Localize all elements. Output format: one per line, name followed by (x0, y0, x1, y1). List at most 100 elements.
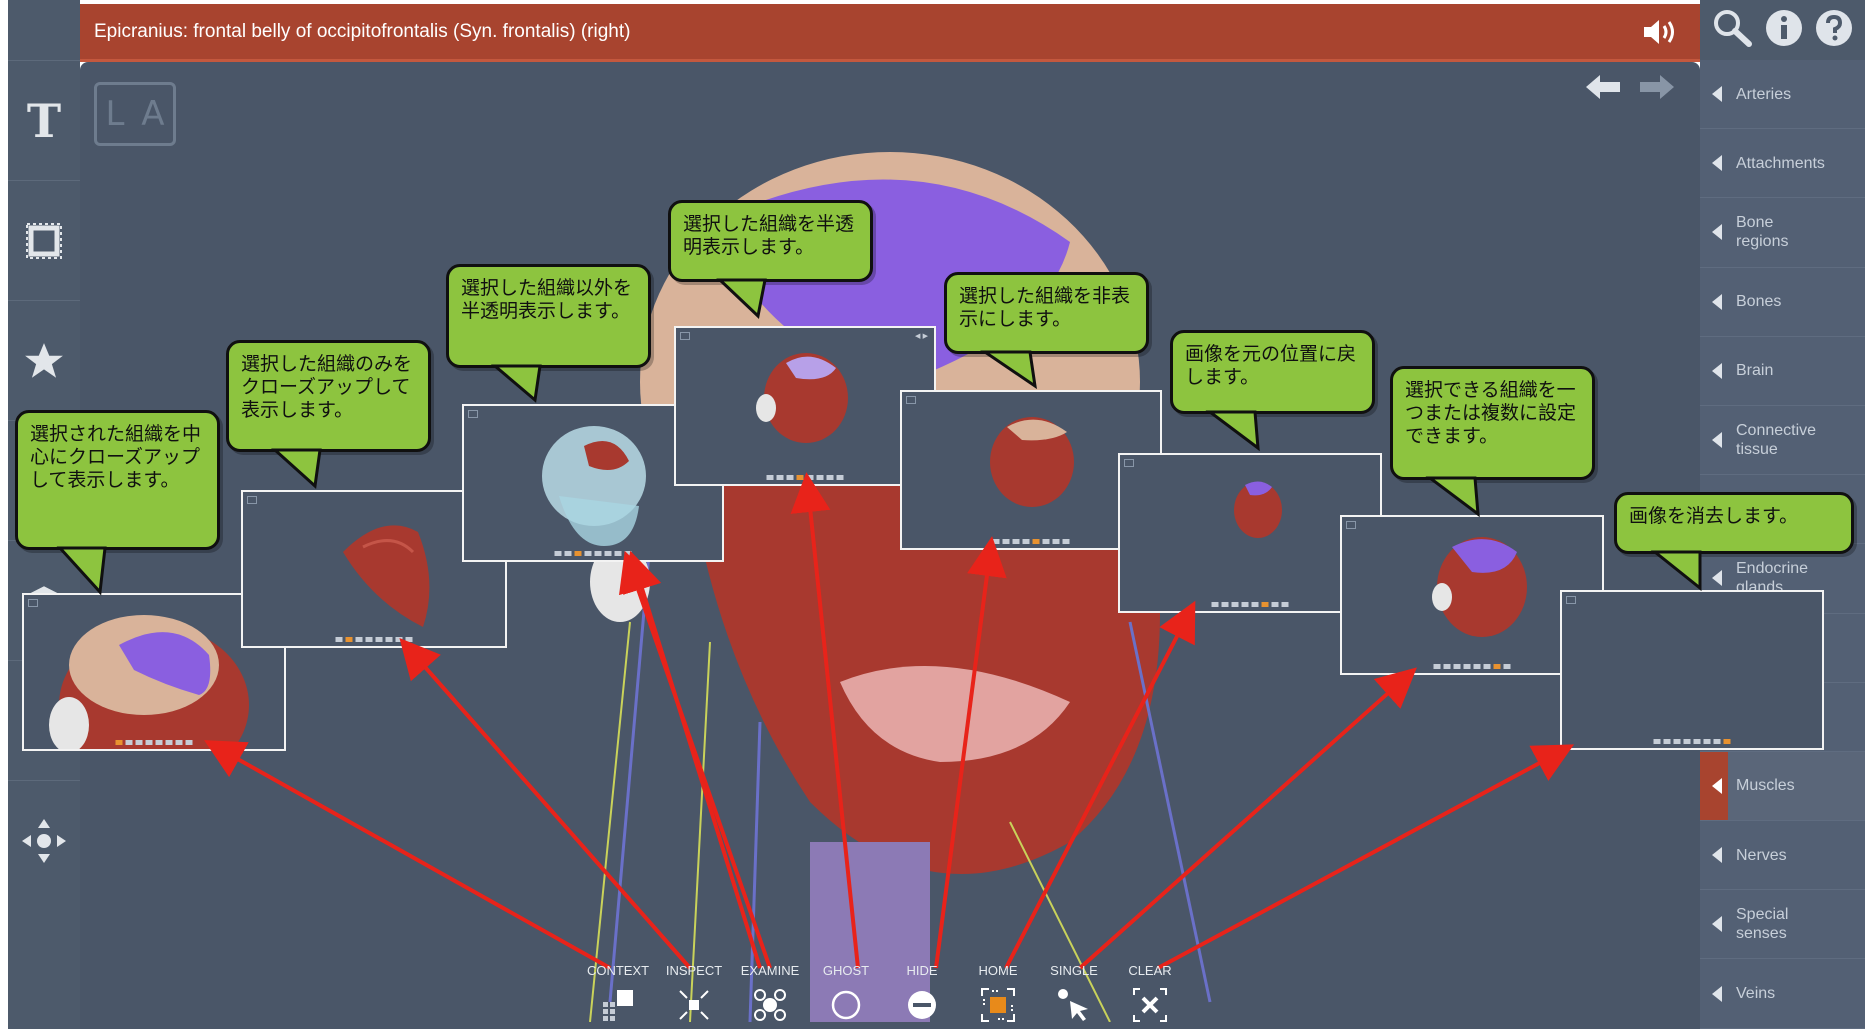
category-label: Muscles (1736, 777, 1795, 795)
inspect-icon (674, 985, 714, 1025)
clear-callout: 画像を消去します。 (1614, 492, 1854, 554)
category-label: Bones (1736, 293, 1782, 311)
badge-left-letter: L (105, 94, 125, 134)
mini-toolbar (554, 551, 632, 556)
mini-toolbar (335, 637, 413, 642)
mini-toolbar (1211, 602, 1289, 607)
clear-button[interactable]: CLEAR (1112, 955, 1188, 1029)
expand-arrow-icon (1712, 985, 1722, 1002)
context-callout: 選択された組織を中心にクローズアップして表示します。 (15, 410, 220, 550)
mini-badge (1124, 459, 1134, 467)
category-attachments[interactable]: Attachments (1700, 129, 1865, 199)
callout-text: 画像を元の位置に戻します。 (1185, 343, 1357, 388)
examine-callout: 選択した組織以外を半透明表示します。 (446, 264, 651, 368)
move-icon (22, 818, 66, 863)
context-icon (598, 985, 638, 1025)
expand-arrow-icon (1712, 293, 1722, 310)
category-muscles[interactable]: Muscles (1700, 751, 1865, 822)
home-icon (978, 985, 1018, 1025)
callout-text: 選択した組織のみをクローズアップして表示します。 (241, 353, 413, 421)
callout-text: 選択できる組織を一つまたは複数に設定できます。 (1405, 379, 1577, 447)
left-toolbar-cap (8, 0, 80, 60)
hide-icon (902, 985, 942, 1025)
examine-button[interactable]: EXAMINE (732, 955, 808, 1029)
help-icon[interactable] (1814, 8, 1854, 52)
clear-preview-panel (1560, 590, 1824, 750)
move-button[interactable] (8, 780, 80, 900)
category-label: Bone regions (1736, 214, 1789, 251)
search-icon[interactable] (1711, 8, 1755, 52)
view-orientation-badge[interactable]: L A (94, 82, 176, 146)
expand-arrow-icon (1712, 86, 1722, 103)
home-button[interactable]: HOME (960, 955, 1036, 1029)
category-veins[interactable]: Veins (1700, 959, 1865, 1029)
mini-badge (247, 496, 257, 504)
expand-arrow-icon (1712, 847, 1722, 864)
single-callout: 選択できる組織を一つまたは複数に設定できます。 (1390, 366, 1595, 480)
inspect-button[interactable]: INSPECT (656, 955, 732, 1029)
callout-text: 選択した組織を半透明表示します。 (683, 213, 855, 258)
info-icon[interactable] (1764, 8, 1804, 52)
tool-label: HIDE (906, 963, 938, 978)
favorites-button[interactable] (8, 300, 80, 420)
forward-arrow-icon[interactable] (1638, 72, 1676, 102)
category-connective-tissue[interactable]: Connective tissue (1700, 406, 1865, 476)
hide-button[interactable]: HIDE (884, 955, 960, 1029)
mini-toolbar (766, 475, 844, 480)
frame-tool-button[interactable] (8, 180, 80, 300)
cursor-icon (1054, 985, 1094, 1025)
top-icon-bar (1700, 0, 1865, 60)
expand-arrow-icon (1712, 224, 1722, 241)
tool-label: SINGLE (1050, 963, 1098, 978)
single-button[interactable]: SINGLE (1036, 955, 1112, 1029)
category-label: Attachments (1736, 154, 1825, 172)
tool-label: INSPECT (665, 963, 723, 978)
mini-nav-arrows: ◀ ▶ (915, 332, 928, 340)
mini-badge (1566, 596, 1576, 604)
category-label: Connective tissue (1736, 422, 1817, 459)
mini-badge (680, 332, 690, 340)
text-tool-button[interactable]: T (8, 60, 80, 180)
hide-callout: 選択した組織を非表示にします。 (944, 272, 1149, 354)
category-bone-regions[interactable]: Bone regions (1700, 198, 1865, 268)
mini-toolbar (1433, 664, 1511, 669)
callout-text: 選択した組織を非表示にします。 (959, 285, 1131, 330)
star-icon (25, 342, 63, 378)
ghost-callout: 選択した組織を半透明表示します。 (668, 200, 873, 282)
category-brain[interactable]: Brain (1700, 337, 1865, 406)
callout-text: 選択した組織以外を半透明表示します。 (461, 277, 633, 322)
text-icon: T (26, 93, 62, 148)
badge-right-letter: A (141, 94, 165, 134)
mini-toolbar (1653, 739, 1731, 744)
expand-arrow-icon (1712, 916, 1722, 933)
context-button[interactable]: CONTEXT (580, 955, 656, 1029)
category-special-senses[interactable]: Special senses (1700, 890, 1865, 960)
history-nav (1584, 72, 1676, 102)
examine-icon (750, 985, 790, 1025)
category-arteries[interactable]: Arteries (1700, 60, 1865, 130)
mini-toolbar (992, 539, 1070, 544)
callout-text: 選択された組織を中心にクローズアップして表示します。 (30, 423, 202, 491)
mini-badge (1346, 521, 1356, 529)
expand-arrow-icon (1712, 155, 1722, 172)
frame-icon (26, 222, 62, 259)
expand-arrow-icon (1712, 570, 1722, 587)
tool-label: HOME (978, 963, 1018, 978)
tool-label: CONTEXT (586, 963, 650, 978)
back-arrow-icon[interactable] (1584, 72, 1622, 102)
mini-badge (468, 410, 478, 418)
ghost-preview-panel: ◀ ▶ (674, 326, 936, 486)
tool-label: CLEAR (1128, 963, 1172, 978)
mini-badge (28, 599, 38, 607)
category-nerves[interactable]: Nerves (1700, 821, 1865, 891)
category-label: Arteries (1736, 85, 1792, 103)
title-bar: Epicranius: frontal belly of occipitofro… (80, 4, 1700, 62)
inspect-callout: 選択した組織のみをクローズアップして表示します。 (226, 340, 431, 452)
speaker-icon[interactable] (1642, 18, 1680, 50)
ghosted-muscle-head-image (756, 353, 848, 443)
tool-label: EXAMINE (740, 963, 800, 978)
ghost-button[interactable]: GHOST (808, 955, 884, 1029)
callout-text: 画像を消去します。 (1629, 505, 1799, 527)
clear-icon (1130, 985, 1170, 1025)
category-bones[interactable]: Bones (1700, 268, 1865, 337)
